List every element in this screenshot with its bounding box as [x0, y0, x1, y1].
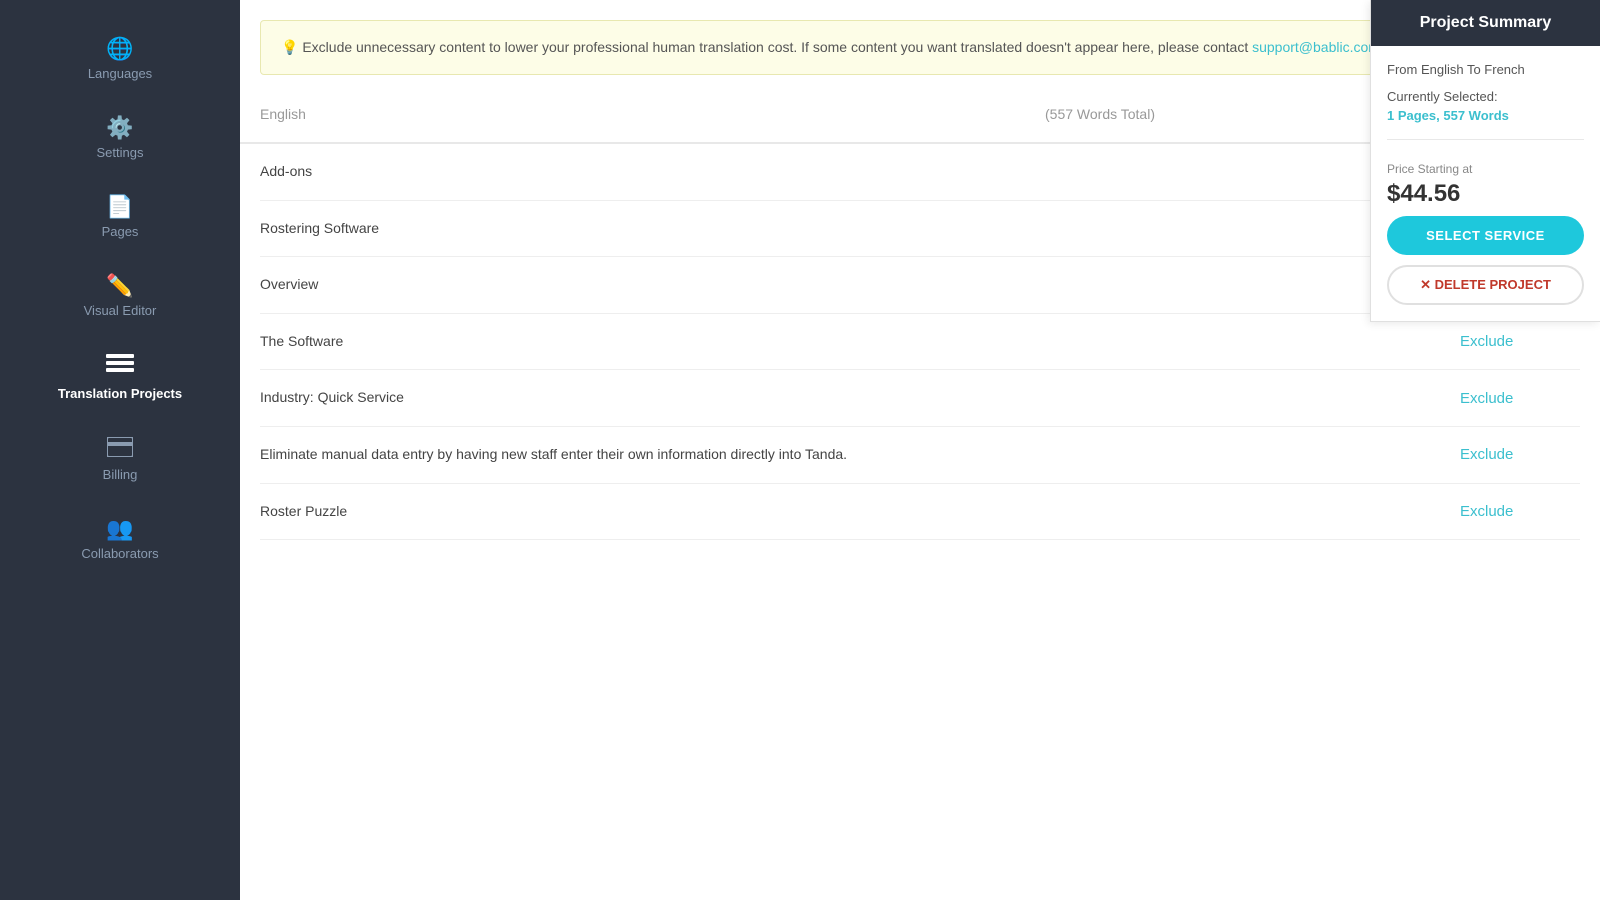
summary-from: From English To French — [1387, 62, 1584, 77]
row-exclude: Exclude — [1460, 446, 1580, 463]
sidebar-item-label: Billing — [103, 467, 138, 482]
col-title-header: English — [260, 106, 820, 122]
visual-editor-icon: ✏️ — [106, 275, 133, 297]
settings-icon: ⚙️ — [106, 117, 133, 139]
exclude-button[interactable]: Exclude — [1460, 390, 1513, 407]
table-row: Roster Puzzle Exclude — [260, 484, 1580, 541]
support-link[interactable]: support@bablic.com — [1252, 39, 1380, 55]
billing-icon — [107, 437, 133, 461]
select-service-button[interactable]: SELECT SERVICE — [1387, 216, 1584, 255]
pages-icon: 📄 — [106, 196, 133, 218]
sidebar: 🌐 Languages ⚙️ Settings 📄 Pages ✏️ Visua… — [0, 0, 240, 900]
row-title: Overview — [260, 275, 1460, 295]
sidebar-item-label: Visual Editor — [84, 303, 157, 318]
sidebar-item-label: Translation Projects — [58, 386, 182, 401]
row-exclude: Exclude — [1460, 333, 1580, 350]
sidebar-item-settings[interactable]: ⚙️ Settings — [0, 99, 240, 178]
summary-price-value: $44.56 — [1387, 180, 1584, 208]
exclude-button[interactable]: Exclude — [1460, 503, 1513, 520]
row-title: Industry: Quick Service — [260, 388, 1460, 408]
summary-selected-label: Currently Selected: — [1387, 89, 1584, 104]
row-title: Add-ons — [260, 162, 1460, 182]
sidebar-item-visual-editor[interactable]: ✏️ Visual Editor — [0, 257, 240, 336]
sidebar-item-label: Languages — [88, 66, 152, 81]
sidebar-item-translation-projects[interactable]: Translation Projects — [0, 336, 240, 419]
row-title: Roster Puzzle — [260, 502, 1460, 522]
row-exclude: Exclude — [1460, 503, 1580, 520]
table-row: Industry: Quick Service Exclude — [260, 370, 1580, 427]
row-title: The Software — [260, 332, 1460, 352]
sidebar-item-pages[interactable]: 📄 Pages — [0, 178, 240, 257]
sidebar-item-billing[interactable]: Billing — [0, 419, 240, 500]
table-row: Eliminate manual data entry by having ne… — [260, 427, 1580, 484]
project-summary-header: Project Summary — [1371, 0, 1600, 46]
project-summary-panel: Project Summary From English To French C… — [1370, 0, 1600, 322]
summary-price-area: Price Starting at $44.56 — [1387, 152, 1584, 216]
sidebar-item-languages[interactable]: 🌐 Languages — [0, 20, 240, 99]
summary-price-label: Price Starting at — [1387, 162, 1584, 176]
project-summary-body: From English To French Currently Selecte… — [1371, 46, 1600, 321]
table-row: The Software Exclude — [260, 314, 1580, 371]
row-title: Rostering Software — [260, 219, 1460, 239]
translation-projects-icon — [106, 354, 134, 380]
languages-icon: 🌐 — [106, 38, 133, 60]
sidebar-item-collaborators[interactable]: 👥 Collaborators — [0, 500, 240, 579]
sidebar-item-label: Pages — [102, 224, 139, 239]
delete-project-button[interactable]: ✕ DELETE PROJECT — [1387, 265, 1584, 305]
exclude-button[interactable]: Exclude — [1460, 333, 1513, 350]
row-title: Eliminate manual data entry by having ne… — [260, 445, 1460, 465]
row-exclude: Exclude — [1460, 390, 1580, 407]
exclude-button[interactable]: Exclude — [1460, 446, 1513, 463]
banner-icon: 💡 — [281, 39, 298, 55]
col-words-header: (557 Words Total) — [820, 106, 1380, 122]
sidebar-item-label: Settings — [97, 145, 144, 160]
collaborators-icon: 👥 — [106, 518, 133, 540]
sidebar-item-label: Collaborators — [81, 546, 158, 561]
summary-selected-value: 1 Pages, 557 Words — [1387, 108, 1584, 123]
summary-divider — [1387, 139, 1584, 140]
banner-text: Exclude unnecessary content to lower you… — [302, 39, 1252, 55]
